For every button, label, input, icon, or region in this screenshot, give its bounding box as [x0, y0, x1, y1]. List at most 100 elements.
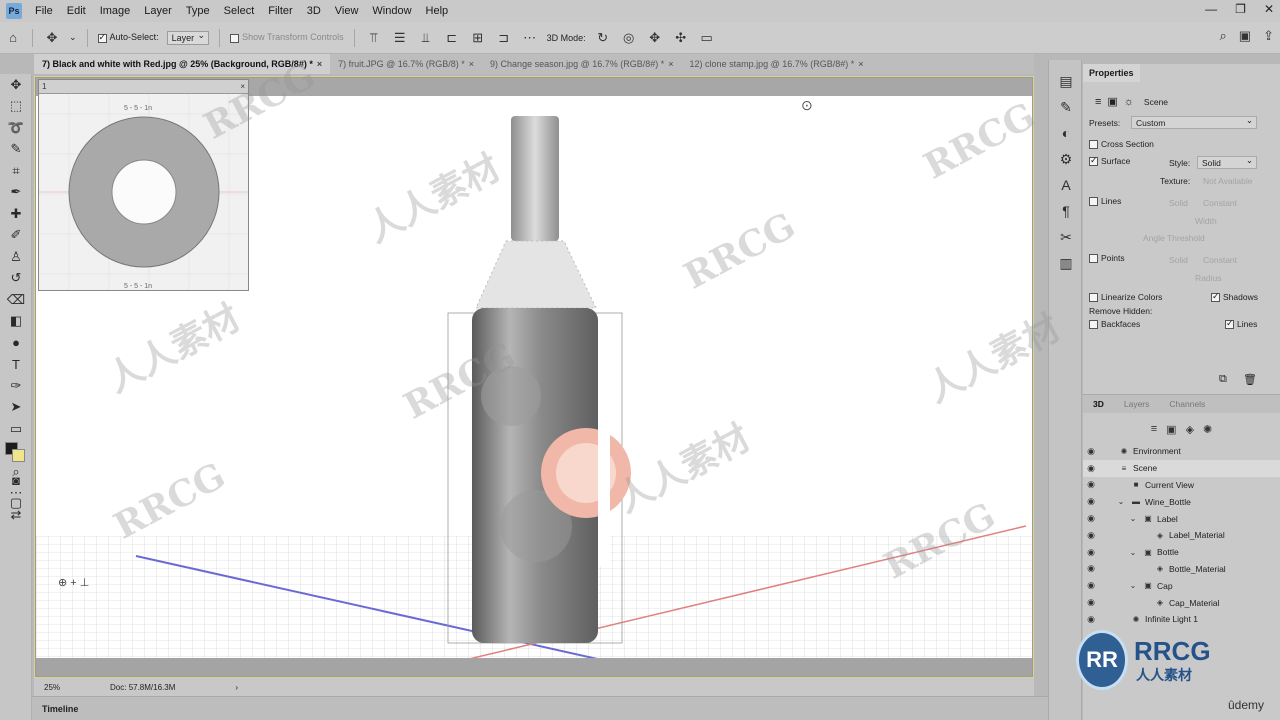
- remove-lines-row[interactable]: Lines: [1225, 318, 1257, 329]
- search-icon[interactable]: ⌕: [1220, 28, 1227, 44]
- menu-file[interactable]: File: [28, 5, 60, 17]
- auto-select-toggle[interactable]: Auto-Select:: [97, 32, 159, 43]
- surface-checkbox[interactable]: [1089, 155, 1098, 166]
- menu-edit[interactable]: Edit: [60, 5, 93, 17]
- character-icon[interactable]: A: [1049, 172, 1083, 198]
- screen-mode-icon[interactable]: ▢: [0, 492, 32, 514]
- tree-row[interactable]: ◉ ◈ Bottle_Material: [1083, 561, 1280, 578]
- visibility-eye-icon[interactable]: ◉: [1083, 530, 1099, 541]
- linearize-row[interactable]: Linearize Colors: [1089, 292, 1162, 302]
- tree-row[interactable]: ◉ ⌄ ▣ Label: [1083, 510, 1280, 527]
- auto-select-checkbox[interactable]: [97, 32, 107, 43]
- libraries-icon[interactable]: ▥: [1049, 250, 1083, 276]
- menu-select[interactable]: Select: [217, 5, 262, 17]
- eyedropper-tool-icon[interactable]: ✒: [0, 182, 32, 204]
- remove-lines-checkbox[interactable]: [1225, 318, 1234, 329]
- clone-stamp-tool-icon[interactable]: ♙: [0, 246, 32, 268]
- share-icon[interactable]: ⇪: [1263, 28, 1274, 44]
- presets-select[interactable]: Custom: [1131, 115, 1257, 129]
- tab-change-season[interactable]: 9) Change season.jpg @ 16.7% (RGB/8#) * ×: [482, 54, 682, 74]
- expand-chevron-icon[interactable]: ⌄: [1127, 548, 1139, 557]
- points-checkbox[interactable]: [1089, 253, 1098, 263]
- adjustments-icon[interactable]: ⚙: [1049, 146, 1083, 172]
- close-icon[interactable]: ×: [668, 59, 673, 69]
- transform-controls-toggle[interactable]: Show Transform Controls: [230, 32, 344, 43]
- paragraph-icon[interactable]: ¶: [1049, 198, 1083, 224]
- shadows-checkbox[interactable]: [1211, 291, 1220, 302]
- roll-icon[interactable]: ◎: [620, 29, 638, 47]
- type-tool-icon[interactable]: T: [0, 354, 32, 376]
- restore-icon[interactable]: ❐: [1235, 2, 1246, 16]
- scale-3d-icon[interactable]: ▭: [698, 29, 716, 47]
- visibility-eye-icon[interactable]: ◉: [1083, 563, 1099, 574]
- visibility-eye-icon[interactable]: ◉: [1083, 463, 1099, 474]
- tab-fruit[interactable]: 7) fruit.JPG @ 16.7% (RGB/8) * ×: [330, 54, 482, 74]
- tree-row[interactable]: ◉ ⌄ ▣ Cap: [1083, 577, 1280, 594]
- tree-row[interactable]: ◉ ◈ Cap_Material: [1083, 594, 1280, 611]
- zoom-level[interactable]: 25%: [44, 683, 60, 692]
- slide-icon[interactable]: ✣: [672, 29, 690, 47]
- scene-filter-icon[interactable]: ≡: [1095, 96, 1101, 108]
- tab-3d[interactable]: 3D: [1083, 399, 1114, 409]
- 3d-axis-widget-icon[interactable]: ⊕ + ⊥: [58, 577, 89, 589]
- timeline-panel[interactable]: Timeline: [32, 696, 1082, 720]
- align-left-icon[interactable]: ⊏: [443, 29, 461, 47]
- workspace-icon[interactable]: ▣: [1239, 28, 1251, 44]
- distribute-icon[interactable]: ⋯: [521, 29, 539, 47]
- tree-row[interactable]: ◉ ◈ Label_Material: [1083, 527, 1280, 544]
- tree-row[interactable]: ◉ ■ Current View: [1083, 477, 1280, 494]
- uv-panel-close-icon[interactable]: ×: [240, 82, 245, 91]
- crop-tool-icon[interactable]: ⌗: [0, 160, 32, 182]
- backfaces-checkbox[interactable]: [1089, 319, 1098, 329]
- close-icon[interactable]: ×: [858, 59, 863, 69]
- light-filter-icon[interactable]: ☼: [1124, 96, 1134, 108]
- linearize-checkbox[interactable]: [1089, 292, 1098, 302]
- tree-row[interactable]: ◉ ✺ Infinite Light 1: [1083, 611, 1280, 628]
- lights-icon[interactable]: ✺: [1203, 423, 1212, 443]
- shadows-row[interactable]: Shadows: [1211, 291, 1258, 302]
- menu-layer[interactable]: Layer: [137, 5, 179, 17]
- menu-filter[interactable]: Filter: [261, 5, 299, 17]
- menu-window[interactable]: Window: [365, 5, 418, 17]
- menu-help[interactable]: Help: [419, 5, 456, 17]
- home-icon[interactable]: ⌂: [4, 29, 22, 47]
- tree-row[interactable]: ◉ ⌄ ▣ Bottle: [1083, 544, 1280, 561]
- visibility-eye-icon[interactable]: ◉: [1083, 614, 1099, 625]
- visibility-eye-icon[interactable]: ◉: [1083, 513, 1099, 524]
- lines-checkbox[interactable]: [1089, 196, 1098, 206]
- points-row[interactable]: Points: [1089, 253, 1125, 263]
- align-bottom-icon[interactable]: ⫫: [417, 29, 435, 47]
- tab-black-and-white[interactable]: 7) Black and white with Red.jpg @ 25% (B…: [34, 54, 331, 74]
- healing-tool-icon[interactable]: ✚: [0, 203, 32, 225]
- visibility-eye-icon[interactable]: ◉: [1083, 597, 1099, 608]
- move-tool-icon[interactable]: ✥: [0, 74, 32, 96]
- align-top-icon[interactable]: ⫪: [365, 29, 383, 47]
- tool-preset-chevron-icon[interactable]: ⌄: [69, 32, 77, 43]
- lasso-tool-icon[interactable]: ➰: [0, 117, 32, 139]
- transform-controls-checkbox[interactable]: [230, 33, 240, 43]
- align-center-icon[interactable]: ⊞: [469, 29, 487, 47]
- backfaces-row[interactable]: Backfaces: [1089, 319, 1140, 329]
- surface-row[interactable]: Surface: [1089, 155, 1130, 166]
- cross-section-row[interactable]: Cross Section: [1089, 139, 1154, 149]
- tools-presets-icon[interactable]: ✂: [1049, 224, 1083, 250]
- expand-chevron-icon[interactable]: ⌄: [1127, 514, 1139, 523]
- shape-tool-icon[interactable]: ▭: [0, 418, 32, 440]
- background-color-swatch[interactable]: [12, 449, 25, 462]
- trash-icon[interactable]: 🗑: [1243, 373, 1257, 386]
- visibility-eye-icon[interactable]: ◉: [1083, 479, 1099, 490]
- lines-row[interactable]: Lines: [1089, 196, 1121, 206]
- pan-icon[interactable]: ✥: [646, 29, 664, 47]
- visibility-eye-icon[interactable]: ◉: [1083, 547, 1099, 558]
- menu-image[interactable]: Image: [93, 5, 138, 17]
- expand-chevron-icon[interactable]: ⌄: [1127, 581, 1139, 590]
- brushes-icon[interactable]: ✎: [1049, 94, 1083, 120]
- tab-clone-stamp[interactable]: 12) clone stamp.jpg @ 16.7% (RGB/8#) * ×: [682, 54, 872, 74]
- render-icon[interactable]: ⧉: [1219, 373, 1227, 386]
- tree-row[interactable]: ◉ ≡ Scene: [1083, 459, 1280, 477]
- mesh-filter-icon[interactable]: ▣: [1107, 95, 1117, 108]
- status-menu-chevron-icon[interactable]: ›: [235, 683, 238, 692]
- visibility-eye-icon[interactable]: ◉: [1083, 580, 1099, 591]
- meshes-icon[interactable]: ▣: [1166, 423, 1176, 443]
- orbit-icon[interactable]: ↻: [594, 29, 612, 47]
